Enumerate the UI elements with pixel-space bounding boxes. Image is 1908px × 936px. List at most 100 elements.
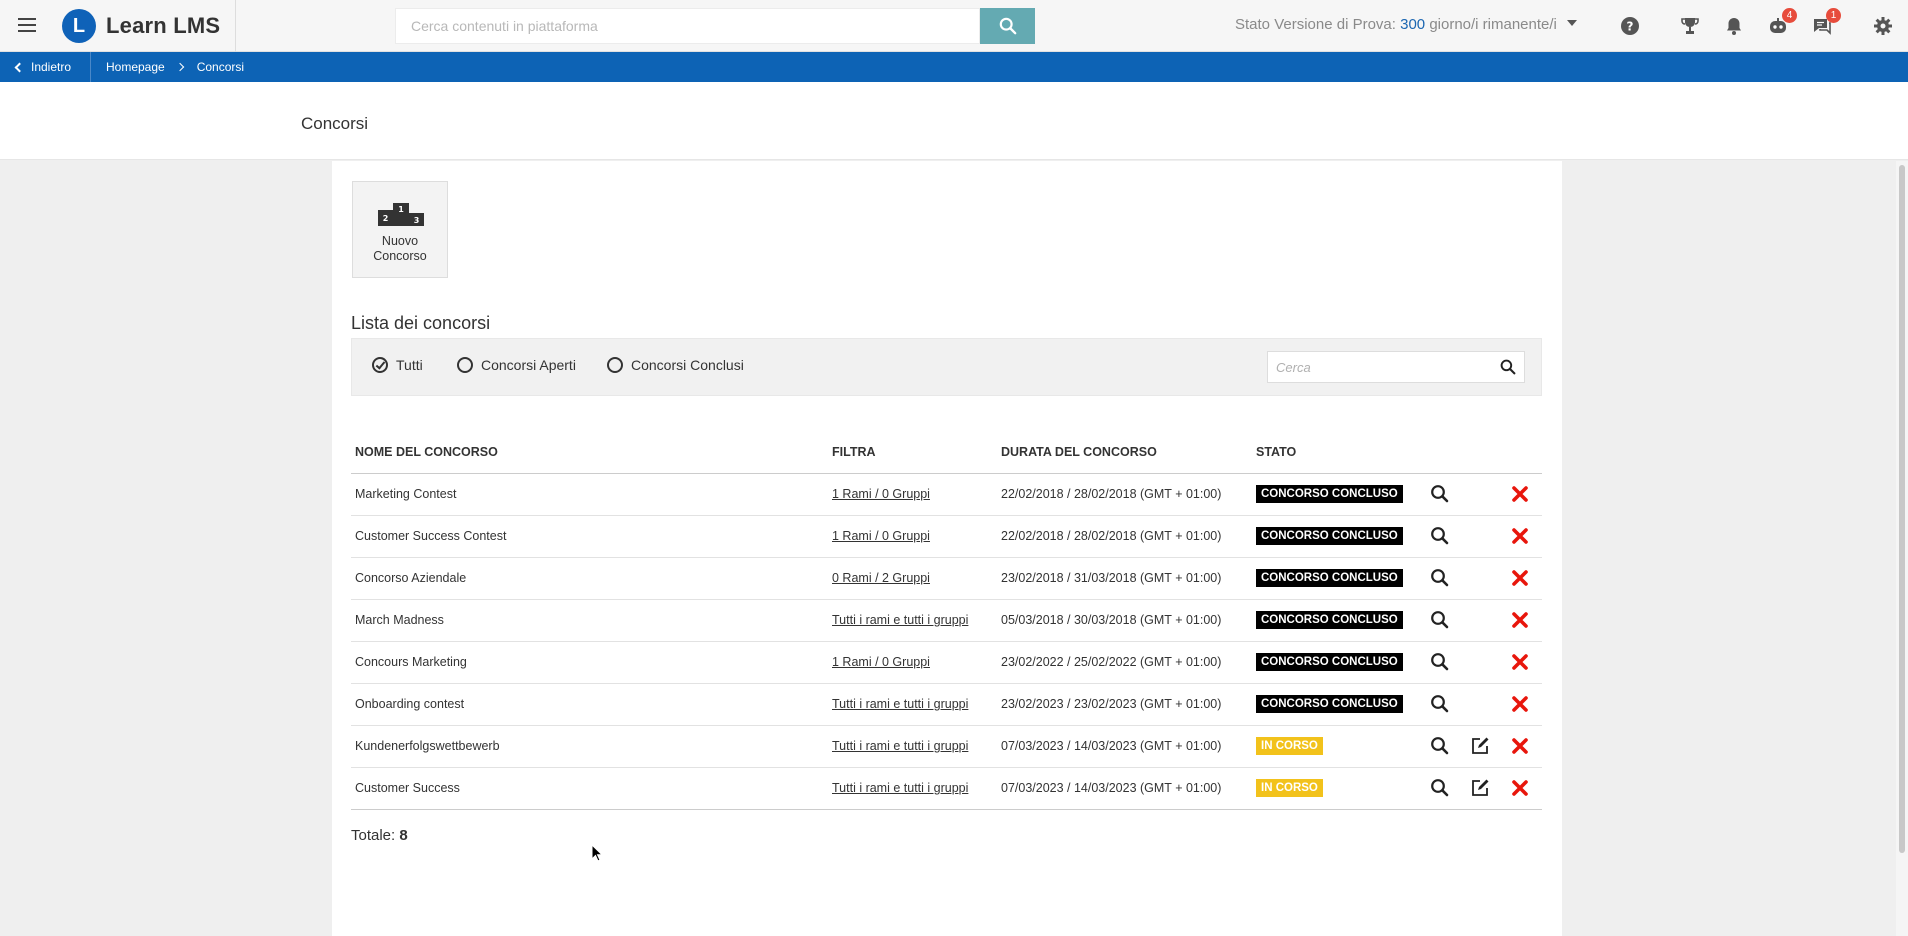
trial-prefix: Stato Versione di Prova: [1235, 16, 1396, 33]
scrollbar-thumb[interactable] [1899, 165, 1905, 853]
contest-filter-link[interactable]: Tutti i rami e tutti i gruppi [832, 739, 968, 753]
magnifier-icon[interactable] [1430, 652, 1450, 672]
delete-icon[interactable] [1510, 568, 1530, 588]
contest-status-cell: IN CORSO [1252, 725, 1426, 768]
delete-icon[interactable] [1510, 526, 1530, 546]
magnifier-icon[interactable] [1430, 526, 1450, 546]
logo-mark: L [62, 9, 96, 43]
app-name: Learn LMS [106, 13, 221, 38]
total-value: 8 [399, 827, 408, 844]
total-label: Totale: [351, 827, 396, 844]
delete-cell [1506, 725, 1542, 768]
breadcrumb-current[interactable]: Concorsi [197, 60, 244, 74]
contest-status-cell: CONCORSO CONCLUSO [1252, 683, 1426, 726]
contest-filter-link[interactable]: Tutti i rami e tutti i gruppi [832, 613, 968, 627]
contest-filter-link[interactable]: 1 Rami / 0 Gruppi [832, 487, 930, 501]
delete-cell [1506, 641, 1542, 684]
podium-label-3: 3 [414, 216, 420, 225]
list-search-input[interactable] [1268, 359, 1492, 375]
edit-icon[interactable] [1470, 736, 1490, 756]
global-search [395, 8, 1035, 44]
delete-icon[interactable] [1510, 736, 1530, 756]
column-header-status[interactable]: STATO [1252, 431, 1426, 474]
contest-status-cell: CONCORSO CONCLUSO [1252, 557, 1426, 600]
table-row: Onboarding contest Tutti i rami e tutti i… [351, 683, 1542, 726]
contest-filter-link[interactable]: 1 Rami / 0 Gruppi [832, 655, 930, 669]
column-header-duration[interactable]: DURATA DEL CONCORSO [997, 431, 1252, 474]
radio-icon [457, 357, 473, 373]
delete-icon[interactable] [1510, 610, 1530, 630]
mouse-cursor-icon [591, 844, 603, 862]
search-icon [1500, 359, 1516, 375]
chat-icon[interactable]: 1 [1811, 8, 1841, 37]
help-icon[interactable]: ? [1619, 15, 1641, 37]
contests-table: NOME DEL CONCORSO FILTRA DURATA DEL CONC… [351, 431, 1542, 810]
magnifier-icon[interactable] [1430, 568, 1450, 588]
delete-icon[interactable] [1510, 652, 1530, 672]
status-badge: CONCORSO CONCLUSO [1256, 611, 1403, 629]
global-search-input[interactable] [395, 8, 980, 44]
chevron-left-icon [14, 62, 25, 72]
view-cell [1426, 515, 1466, 558]
bell-icon[interactable] [1723, 15, 1745, 37]
list-search-button[interactable] [1492, 352, 1524, 382]
trial-days: 300 [1400, 16, 1426, 33]
contest-filter-link[interactable]: Tutti i rami e tutti i gruppi [832, 697, 968, 711]
column-header-name[interactable]: NOME DEL CONCORSO [351, 431, 828, 474]
app-logo[interactable]: L Learn LMS [62, 8, 220, 44]
magnifier-icon[interactable] [1430, 778, 1450, 798]
contest-status-cell: CONCORSO CONCLUSO [1252, 641, 1426, 684]
delete-icon[interactable] [1510, 484, 1530, 504]
new-contest-line1: Nuovo [381, 234, 419, 248]
edit-icon[interactable] [1470, 778, 1490, 798]
breadcrumb-homepage[interactable]: Homepage [106, 60, 165, 74]
contest-filter-cell: 0 Rami / 2 Gruppi [828, 557, 997, 600]
global-search-button[interactable] [980, 8, 1035, 44]
view-cell [1426, 641, 1466, 684]
magnifier-icon[interactable] [1430, 694, 1450, 714]
status-badge: IN CORSO [1256, 779, 1323, 797]
trophy-icon[interactable] [1679, 15, 1701, 37]
magnifier-icon[interactable] [1430, 484, 1450, 504]
filter-all[interactable]: Tutti [372, 357, 423, 373]
delete-cell [1506, 683, 1542, 726]
contest-name: Concours Marketing [351, 641, 828, 684]
total-count: Totale: 8 [351, 827, 408, 844]
trial-status-dropdown[interactable]: Stato Versione di Prova: 300 giorno/i ri… [1235, 16, 1578, 33]
magnifier-icon[interactable] [1430, 610, 1450, 630]
contest-filter-link[interactable]: 1 Rami / 0 Gruppi [832, 529, 930, 543]
title-band: Concorsi [0, 82, 1908, 160]
magnifier-icon[interactable] [1430, 736, 1450, 756]
delete-cell [1506, 515, 1542, 558]
column-header-filter[interactable]: FILTRA [828, 431, 997, 474]
view-cell [1426, 725, 1466, 768]
new-contest-line2: Concorso [373, 249, 427, 263]
edit-cell [1466, 725, 1506, 768]
chevron-right-icon [175, 62, 184, 72]
table-row: Concorso Aziendale 0 Rami / 2 Gruppi 23/02… [351, 557, 1542, 600]
contest-filter-link[interactable]: Tutti i rami e tutti i gruppi [832, 781, 968, 795]
contest-status-cell: IN CORSO [1252, 767, 1426, 810]
podium-icon: 2 1 3 [378, 203, 424, 226]
contest-filter-cell: Tutti i rami e tutti i gruppi [828, 767, 997, 810]
breadcrumb-bar: Indietro Homepage Concorsi [0, 52, 1908, 82]
delete-icon[interactable] [1510, 778, 1530, 798]
chat-badge: 1 [1826, 8, 1841, 23]
robot-icon[interactable]: 4 [1767, 8, 1797, 37]
back-button[interactable]: Indietro [0, 52, 91, 82]
filter-closed[interactable]: Concorsi Conclusi [607, 357, 744, 373]
contest-status-cell: CONCORSO CONCLUSO [1252, 473, 1426, 516]
delete-icon[interactable] [1510, 694, 1530, 714]
filter-open[interactable]: Concorsi Aperti [457, 357, 576, 373]
contest-duration: 23/02/2018 / 31/03/2018 (GMT + 01:00) [997, 557, 1252, 600]
contest-filter-link[interactable]: 0 Rami / 2 Gruppi [832, 571, 930, 585]
page-scrollbar[interactable] [1896, 161, 1908, 936]
back-label: Indietro [31, 60, 72, 74]
filter-bar: Tutti Concorsi Aperti Concorsi Conclusi [351, 338, 1542, 396]
menu-icon[interactable] [16, 14, 38, 36]
view-cell [1426, 599, 1466, 642]
gear-icon[interactable] [1872, 15, 1894, 37]
podium-label-1: 1 [398, 205, 404, 214]
top-header: L Learn LMS Stato Versione di Prova: 300… [0, 0, 1908, 52]
new-contest-button[interactable]: 2 1 3 Nuovo Concorso [352, 181, 448, 278]
